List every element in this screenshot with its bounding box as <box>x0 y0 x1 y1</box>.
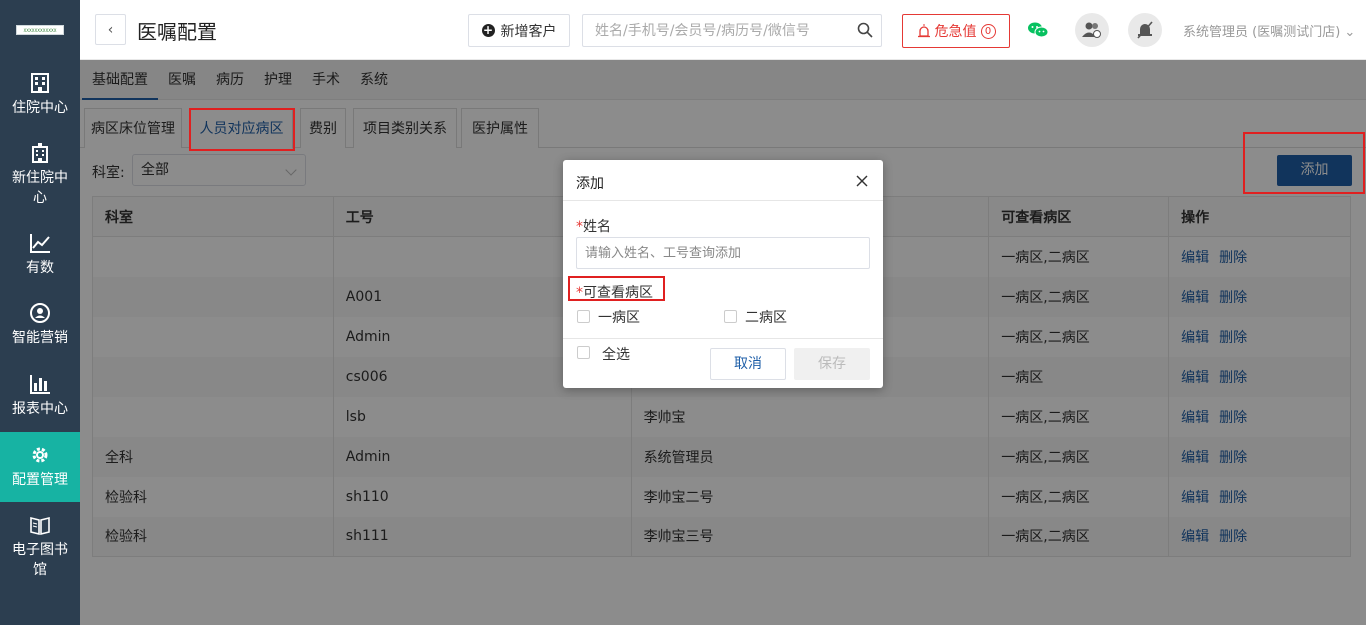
ward-1-checkbox[interactable] <box>577 310 590 323</box>
gear-icon <box>32 447 48 463</box>
marketing-icon <box>30 303 50 323</box>
close-icon[interactable] <box>855 174 869 188</box>
critical-value-label: 危急值 <box>934 24 977 40</box>
sidebar-item-label: 有数 <box>26 260 54 276</box>
plus-icon: + <box>481 23 495 37</box>
save-button[interactable]: 保存 <box>794 348 870 380</box>
back-button[interactable]: ‹ <box>95 14 126 45</box>
user-menu[interactable]: 系统管理员 (医嘱测试门店) ⌄ <box>1183 21 1355 40</box>
user-group-icon[interactable] <box>1075 13 1109 47</box>
name-search-input[interactable] <box>576 237 870 269</box>
book-icon <box>30 516 50 536</box>
header: ‹ 医嘱配置 + 新增客户 危急值 0 系统管理员 (医嘱测试门店) ⌄ <box>80 0 1366 60</box>
user-label: 系统管理员 (医嘱测试门店) <box>1183 25 1341 40</box>
sidebar-item-label: 住院中心 <box>12 100 68 116</box>
select-all-label: 全选 <box>602 347 630 363</box>
new-customer-label: 新增客户 <box>500 23 557 40</box>
name-label-text: 姓名 <box>583 219 611 235</box>
annotation-box <box>568 276 665 301</box>
new-hospital-icon <box>32 143 48 163</box>
trend-chart-icon <box>30 234 50 253</box>
critical-value-button[interactable]: 危急值 0 <box>902 14 1010 48</box>
logo-box: XXXXXXXXXXXX <box>16 25 64 35</box>
new-customer-button[interactable]: + 新增客户 <box>468 14 570 47</box>
ward-2-label: 二病区 <box>745 310 787 326</box>
dialog-title: 添加 <box>576 176 604 192</box>
divider <box>563 338 883 339</box>
annotation-box <box>189 108 295 151</box>
bar-chart-icon <box>30 375 50 394</box>
sidebar-item-label: 报表中心 <box>12 401 68 417</box>
name-field-label: *姓名 <box>576 219 611 235</box>
divider <box>563 200 883 201</box>
search-icon[interactable] <box>857 22 873 38</box>
annotation-box <box>1243 132 1365 194</box>
sidebar-item-data[interactable]: 有数 <box>0 220 80 290</box>
sidebar-item-library[interactable]: 电子图书馆 <box>0 502 80 592</box>
wechat-icon[interactable] <box>1021 13 1055 47</box>
page-title: 医嘱配置 <box>137 20 217 44</box>
ward-1-label: 一病区 <box>598 310 640 326</box>
sidebar-item-label: 智能营销 <box>12 330 68 346</box>
sidebar-item-reports[interactable]: 报表中心 <box>0 360 80 432</box>
sidebar-item-label: 配置管理 <box>12 472 68 488</box>
sidebar-item-label: 电子图书馆 <box>12 542 68 578</box>
search-input[interactable] <box>583 15 843 46</box>
search-box <box>582 14 882 47</box>
sidebar-item-marketing[interactable]: 智能营销 <box>0 290 80 360</box>
select-all-checkbox[interactable] <box>577 346 590 359</box>
logo-text: XXXXXXXXXXXX <box>23 27 57 33</box>
cancel-button[interactable]: 取消 <box>710 348 786 380</box>
sidebar-item-label: 新住院中心 <box>12 170 68 206</box>
critical-value-count: 0 <box>980 23 996 39</box>
logo: XXXXXXXXXXXX <box>0 0 80 60</box>
sidebar: XXXXXXXXXXXX 住院中心 新住院中心 有数 智能营销 报表中心 配置管… <box>0 0 80 625</box>
bell-off-icon[interactable] <box>1128 13 1162 47</box>
chevron-down-icon: ⌄ <box>1344 25 1356 40</box>
ward-2-checkbox[interactable] <box>724 310 737 323</box>
hospital-building-icon <box>31 73 49 93</box>
sidebar-item-config[interactable]: 配置管理 <box>0 432 80 502</box>
siren-icon <box>917 24 930 38</box>
add-dialog: 添加 *姓名 *可查看病区 一病区 二病区 全选 取消 保存 <box>563 160 883 388</box>
sidebar-item-inpatient-center[interactable]: 住院中心 <box>0 60 80 130</box>
sidebar-item-new-inpatient-center[interactable]: 新住院中心 <box>0 130 80 220</box>
